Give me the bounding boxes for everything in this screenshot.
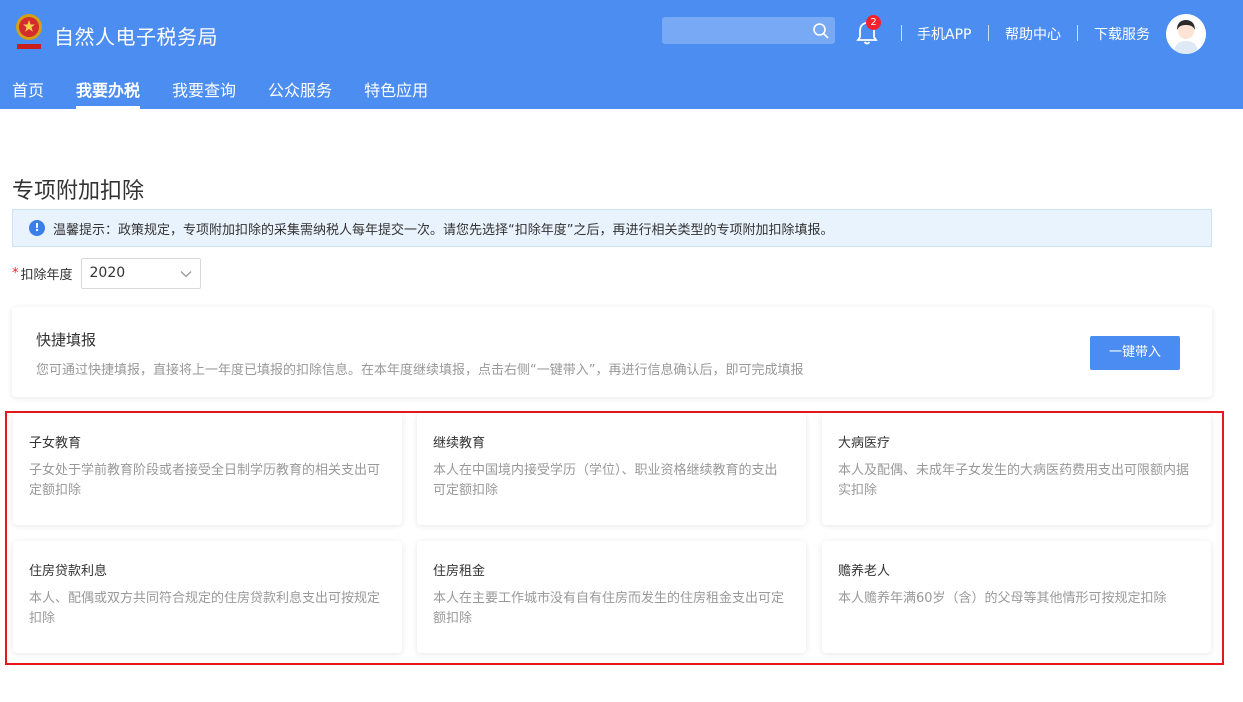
search-icon[interactable] bbox=[812, 22, 830, 40]
card-title: 住房贷款利息 bbox=[29, 564, 108, 579]
divider bbox=[988, 25, 989, 41]
card-desc: 本人、配偶或双方共同符合规定的住房贷款利息支出可按规定扣除 bbox=[29, 591, 381, 626]
card-desc: 本人赡养年满60岁（含）的父母等其他情形可按规定扣除 bbox=[838, 591, 1167, 606]
card-desc: 本人及配偶、未成年子女发生的大病医药费用支出可限额内据实扣除 bbox=[838, 463, 1190, 498]
chevron-down-icon bbox=[180, 271, 191, 278]
year-label: 扣除年度 bbox=[20, 268, 73, 283]
nav-featured-apps[interactable]: 特色应用 bbox=[364, 77, 428, 109]
card-title: 子女教育 bbox=[29, 436, 82, 451]
top-header: 自然人电子税务局 2 手机APP 帮助中心 下载服务 首页 我要办税 我要查询 … bbox=[0, 0, 1243, 109]
app-title[interactable]: 自然人电子税务局 bbox=[54, 21, 218, 50]
deduction-card-elderly-support[interactable]: 赡养老人 本人赡养年满60岁（含）的父母等其他情形可按规定扣除 bbox=[822, 541, 1211, 653]
deduction-card-serious-illness[interactable]: 大病医疗 本人及配偶、未成年子女发生的大病医药费用支出可限额内据实扣除 bbox=[822, 413, 1211, 525]
deduction-card-children-education[interactable]: 子女教育 子女处于学前教育阶段或者接受全日制学历教育的相关支出可定额扣除 bbox=[13, 413, 402, 525]
search-input[interactable] bbox=[662, 17, 835, 44]
deduction-card-continuing-education[interactable]: 继续教育 本人在中国境内接受学历（学位）、职业资格继续教育的支出可定额扣除 bbox=[417, 413, 806, 525]
nav-query[interactable]: 我要查询 bbox=[172, 77, 236, 109]
deduction-year-row: * 扣除年度 2020 bbox=[12, 258, 201, 289]
card-title: 住房租金 bbox=[433, 564, 486, 579]
card-title: 继续教育 bbox=[433, 436, 486, 451]
user-avatar[interactable] bbox=[1166, 14, 1206, 54]
download-service-link[interactable]: 下载服务 bbox=[1094, 24, 1150, 44]
page-title: 专项附加扣除 bbox=[12, 179, 145, 204]
mobile-app-link[interactable]: 手机APP bbox=[917, 24, 971, 44]
nav-home[interactable]: 首页 bbox=[12, 77, 44, 109]
card-title: 大病医疗 bbox=[838, 436, 891, 451]
quick-fill-title: 快捷填报 bbox=[36, 331, 97, 349]
notification-badge: 2 bbox=[866, 15, 881, 30]
quick-fill-panel: 快捷填报 您可通过快捷填报，直接将上一年度已填报的扣除信息。在本年度继续填报，点… bbox=[12, 307, 1212, 397]
help-center-link[interactable]: 帮助中心 bbox=[1005, 24, 1061, 44]
divider bbox=[901, 25, 902, 41]
info-icon: ! bbox=[29, 220, 45, 236]
year-select[interactable]: 2020 bbox=[80, 258, 201, 289]
deduction-card-housing-rent[interactable]: 住房租金 本人在主要工作城市没有自有住房而发生的住房租金支出可定额扣除 bbox=[417, 541, 806, 653]
main-nav: 首页 我要办税 我要查询 公众服务 特色应用 bbox=[12, 77, 460, 109]
card-title: 赡养老人 bbox=[838, 564, 891, 579]
policy-tip-banner: ! 温馨提示：政策规定，专项附加扣除的采集需纳税人每年提交一次。请您先选择“扣除… bbox=[12, 209, 1212, 247]
nav-tax-handling[interactable]: 我要办税 bbox=[76, 77, 141, 109]
deduction-card-housing-loan-interest[interactable]: 住房贷款利息 本人、配偶或双方共同符合规定的住房贷款利息支出可按规定扣除 bbox=[13, 541, 402, 653]
tip-text: 温馨提示：政策规定，专项附加扣除的采集需纳税人每年提交一次。请您先选择“扣除年度… bbox=[53, 222, 834, 238]
quick-fill-desc: 您可通过快捷填报，直接将上一年度已填报的扣除信息。在本年度继续填报，点击右侧“一… bbox=[36, 363, 804, 378]
one-click-import-button[interactable]: 一键带入 bbox=[1090, 336, 1180, 370]
emblem-logo-icon bbox=[16, 14, 42, 49]
divider bbox=[1077, 25, 1078, 41]
card-desc: 子女处于学前教育阶段或者接受全日制学历教育的相关支出可定额扣除 bbox=[29, 463, 381, 498]
required-asterisk: * bbox=[12, 266, 19, 281]
nav-public-service[interactable]: 公众服务 bbox=[268, 77, 332, 109]
card-desc: 本人在中国境内接受学历（学位）、职业资格继续教育的支出可定额扣除 bbox=[433, 463, 778, 498]
year-value: 2020 bbox=[89, 265, 126, 281]
card-desc: 本人在主要工作城市没有自有住房而发生的住房租金支出可定额扣除 bbox=[433, 591, 785, 626]
